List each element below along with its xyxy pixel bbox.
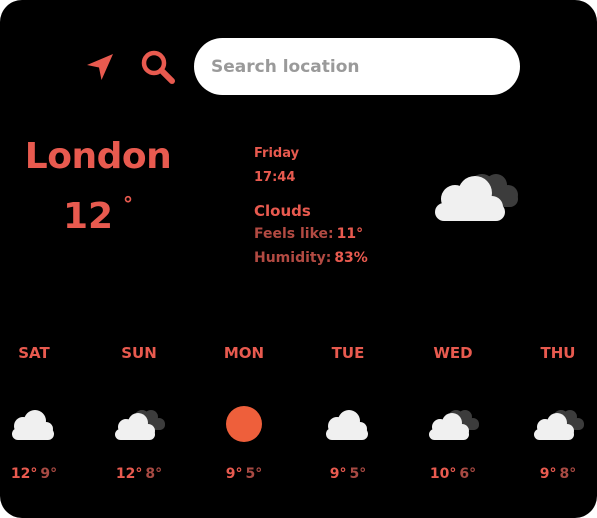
degree-symbol: ° bbox=[123, 192, 134, 216]
forecast-high: 9° bbox=[329, 466, 347, 482]
forecast-temps: 12° 9° bbox=[0, 466, 86, 482]
forecast-temps: 10° 6° bbox=[401, 466, 505, 482]
city-name: London bbox=[24, 136, 172, 177]
weather-widget: London 12 ° Friday 17:44 Clouds Feels lik… bbox=[0, 0, 597, 518]
clouds-broken-icon bbox=[115, 410, 165, 440]
forecast-low: 9° bbox=[40, 466, 58, 482]
cloud-icon bbox=[326, 410, 368, 440]
forecast-day: TUE 9° 5° bbox=[296, 340, 400, 482]
cloud-icon bbox=[12, 410, 54, 440]
temperature-value: 12 bbox=[62, 196, 114, 237]
forecast-temps: 12° 8° bbox=[87, 466, 191, 482]
search-icon[interactable] bbox=[140, 49, 176, 85]
feels-like-label: Feels like: bbox=[254, 226, 334, 242]
feels-like-row: Feels like: 11° bbox=[254, 226, 368, 246]
forecast-low: 5° bbox=[349, 466, 367, 482]
forecast-low: 8° bbox=[559, 466, 577, 482]
current-time: 17:44 bbox=[254, 170, 296, 185]
humidity-label: Humidity: bbox=[254, 250, 332, 266]
forecast-temps: 9° 5° bbox=[296, 466, 400, 482]
forecast-day: SUN 12° 8° bbox=[87, 340, 191, 482]
forecast-day: SAT 12° 9° bbox=[0, 340, 86, 482]
forecast-day-name: MON bbox=[223, 344, 265, 362]
current-day: Friday bbox=[254, 146, 300, 161]
current-temperature: 12 ° bbox=[0, 192, 196, 237]
forecast-high: 12° bbox=[115, 466, 143, 482]
search-input[interactable] bbox=[209, 55, 493, 78]
forecast-temps: 9° 8° bbox=[506, 466, 597, 482]
current-condition: Clouds bbox=[254, 202, 311, 220]
clouds-broken-icon bbox=[429, 410, 479, 440]
current-details: Friday 17:44 Clouds Feels like: 11° Humid… bbox=[254, 146, 368, 270]
sun-icon bbox=[226, 406, 262, 442]
forecast-high: 9° bbox=[225, 466, 243, 482]
clouds-broken-icon bbox=[435, 174, 518, 221]
forecast-low: 6° bbox=[459, 466, 477, 482]
forecast-high: 10° bbox=[429, 466, 457, 482]
location-arrow-icon[interactable] bbox=[82, 49, 118, 85]
search-bar bbox=[194, 38, 520, 95]
forecast-day-name: SAT bbox=[18, 344, 50, 362]
forecast-row: SAT 12° 9° SUN 12° 8° MON 9° 5° TUE 9° 5… bbox=[0, 340, 597, 490]
forecast-day: THU 9° 8° bbox=[506, 340, 597, 482]
forecast-day-name: WED bbox=[433, 344, 473, 362]
forecast-day: WED 10° 6° bbox=[401, 340, 505, 482]
forecast-temps: 9° 5° bbox=[192, 466, 296, 482]
forecast-low: 5° bbox=[245, 466, 263, 482]
forecast-high: 9° bbox=[539, 466, 557, 482]
forecast-low: 8° bbox=[145, 466, 163, 482]
forecast-day-name: SUN bbox=[121, 344, 157, 362]
clouds-broken-icon bbox=[534, 410, 584, 440]
humidity-row: Humidity: 83% bbox=[254, 250, 368, 270]
forecast-day-name: THU bbox=[540, 344, 576, 362]
toolbar bbox=[82, 38, 176, 95]
feels-like-value: 11° bbox=[336, 226, 364, 242]
forecast-day-name: TUE bbox=[331, 344, 365, 362]
forecast-high: 12° bbox=[10, 466, 38, 482]
forecast-day: MON 9° 5° bbox=[192, 340, 296, 482]
humidity-value: 83% bbox=[334, 250, 368, 266]
